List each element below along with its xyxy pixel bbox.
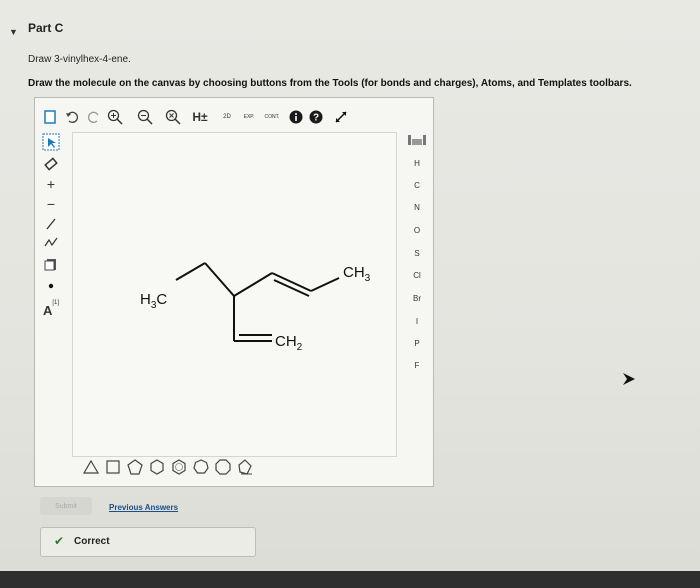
clean-2d-button[interactable]: 2D [218, 105, 236, 129]
submit-button[interactable]: Submit [40, 497, 92, 515]
previous-answers-link[interactable]: Previous Answers [109, 503, 178, 512]
cycloheptane-template-icon[interactable] [192, 458, 210, 476]
hydrogen-toggle-button[interactable]: H± [188, 105, 212, 129]
feedback-box [40, 527, 256, 557]
h3c-label: H3C [140, 291, 167, 311]
tools-toolbar: + − A [1] [38, 132, 66, 342]
mouse-cursor-icon [623, 373, 635, 385]
eraser-icon[interactable] [38, 154, 64, 174]
positive-charge-button[interactable]: + [38, 174, 64, 194]
bond-c5-c6 [310, 277, 340, 292]
cyclooctane-template-icon[interactable] [214, 458, 232, 476]
atom-label-letter: A [42, 302, 53, 318]
zoom-reset-icon[interactable] [164, 105, 182, 129]
templates-toolbar [82, 458, 272, 480]
negative-charge-button[interactable]: − [38, 194, 64, 214]
ch2-label: CH2 [275, 333, 303, 353]
atoms-toolbar: H C N O S Cl Br I P F [400, 132, 434, 392]
redo-icon[interactable] [86, 105, 102, 129]
periodic-table-icon[interactable] [400, 134, 434, 150]
atom-button-s[interactable]: S [400, 246, 434, 262]
atom-button-n[interactable]: N [400, 200, 434, 216]
feedback-label: Correct [74, 536, 110, 547]
svg-text:?: ? [313, 113, 319, 124]
radical-dot-icon[interactable] [38, 276, 64, 296]
bond-c3-c4 [233, 272, 273, 297]
undo-icon[interactable] [64, 105, 80, 129]
part-title: Part C [28, 21, 64, 35]
new-document-icon[interactable] [42, 105, 58, 129]
select-tool-icon[interactable] [38, 132, 64, 152]
screen-bottom-bar [0, 571, 700, 588]
bond-c1-c2 [175, 262, 206, 281]
ch3-label: CH3 [343, 264, 371, 284]
atom-button-i[interactable]: I [400, 314, 434, 330]
molecule-drawing: H3C CH3 CH2 [140, 262, 371, 353]
chain-bond-icon[interactable] [38, 232, 64, 252]
custom-template-icon[interactable] [236, 458, 254, 476]
atom-label-tool[interactable]: A [1] [38, 296, 64, 324]
zoom-out-icon[interactable] [136, 105, 154, 129]
atom-label-superscript: [1] [52, 300, 60, 306]
bond-c2-c3 [204, 262, 235, 297]
single-bond-icon[interactable] [38, 214, 64, 234]
atom-button-h[interactable]: H [400, 156, 434, 172]
atom-button-f[interactable]: F [400, 358, 434, 374]
fullscreen-icon[interactable] [332, 105, 350, 129]
checkmark-icon: ✔ [54, 534, 65, 548]
collapse-toggle-icon[interactable]: ▼ [9, 28, 18, 37]
instruction-text: Draw the molecule on the canvas by choos… [28, 78, 632, 89]
cyclopentane-template-icon[interactable] [126, 458, 144, 476]
drawing-canvas[interactable]: H3C CH3 CH2 [72, 132, 397, 457]
benzene-template-icon[interactable] [170, 458, 188, 476]
atom-button-o[interactable]: O [400, 223, 434, 239]
question-prompt: Draw 3-vinylhex-4-ene. [28, 54, 131, 65]
template-tool-icon[interactable] [38, 254, 64, 274]
cyclohexane-template-icon[interactable] [148, 458, 166, 476]
top-toolbar: H± 2D EXP. CONT. ? [42, 105, 442, 131]
cyclopropane-template-icon[interactable] [82, 458, 100, 476]
info-icon[interactable] [288, 105, 304, 129]
atom-button-br[interactable]: Br [400, 291, 434, 307]
expand-button[interactable]: EXP. [240, 105, 258, 129]
help-icon[interactable]: ? [308, 105, 324, 129]
atom-button-cl[interactable]: Cl [400, 268, 434, 284]
zoom-in-icon[interactable] [106, 105, 124, 129]
contract-button[interactable]: CONT. [262, 105, 282, 129]
atom-button-c[interactable]: C [400, 178, 434, 194]
atom-button-p[interactable]: P [400, 336, 434, 352]
cyclobutane-template-icon[interactable] [104, 458, 122, 476]
